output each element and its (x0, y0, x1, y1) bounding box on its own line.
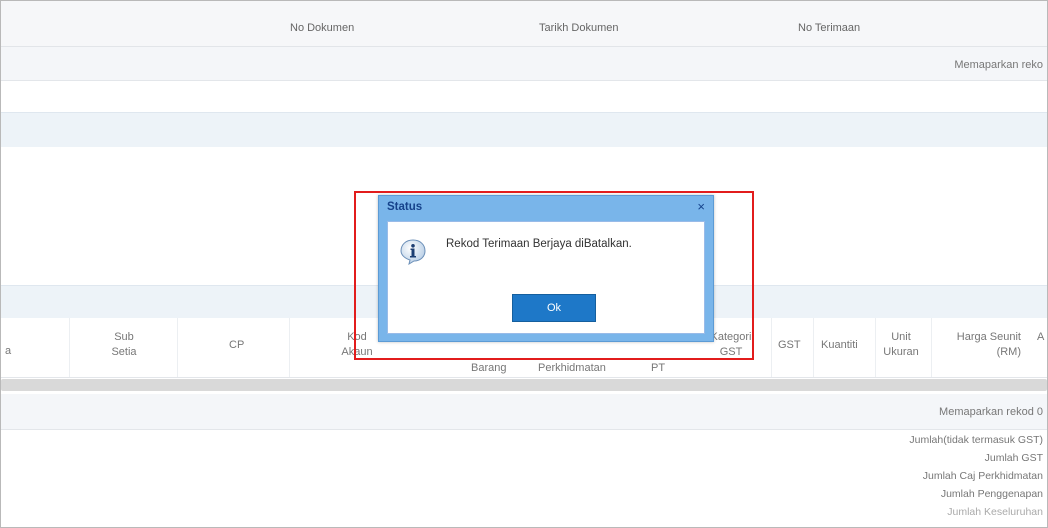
col-separator (771, 318, 772, 377)
col-cp[interactable]: CP (229, 338, 244, 353)
summary-total-excl-gst: Jumlah(tidak termasuk GST) (909, 434, 1043, 446)
col-a[interactable]: a (5, 344, 11, 359)
col-separator (813, 318, 814, 377)
col-separator (875, 318, 876, 377)
col-barang[interactable]: Barang (471, 361, 506, 376)
col-gst[interactable]: GST (778, 338, 801, 353)
summary-total-gst: Jumlah GST (984, 452, 1043, 464)
col-unit-ukuran[interactable]: Unit Ukuran (879, 330, 923, 360)
col-no-terimaan[interactable]: No Terimaan (798, 22, 860, 34)
summary-area: Jumlah(tidak termasuk GST) Jumlah GST Ju… (1, 430, 1047, 527)
document-table-header: No Dokumen Tarikh Dokumen No Terimaan (1, 1, 1047, 47)
col-harga-seunit[interactable]: Harga Seunit (RM) (937, 330, 1021, 360)
col-a-trailing[interactable]: A (1037, 330, 1044, 345)
col-separator (69, 318, 70, 377)
records-count-text: Memaparkan reko (954, 59, 1043, 71)
col-tarikh-dokumen[interactable]: Tarikh Dokumen (539, 22, 618, 34)
summary-rounding: Jumlah Penggenapan (940, 488, 1043, 500)
col-pt[interactable]: PT (651, 361, 665, 376)
spacer-row (1, 81, 1047, 111)
col-kuantiti[interactable]: Kuantiti (821, 338, 858, 353)
summary-service-charge: Jumlah Caj Perkhidmatan (922, 470, 1043, 482)
horizontal-scrollbar-row (1, 378, 1047, 393)
col-separator (177, 318, 178, 377)
item-paging-info: Memaparkan rekod 0 (1, 394, 1047, 430)
section-band (1, 112, 1047, 148)
col-separator (931, 318, 932, 377)
col-no-dokumen[interactable]: No Dokumen (290, 22, 354, 34)
col-sub-setia[interactable]: Sub Setia (109, 330, 139, 360)
highlight-box (354, 191, 754, 360)
summary-grand-total: Jumlah Keseluruhan (947, 506, 1043, 518)
col-separator (289, 318, 290, 377)
item-records-count-text: Memaparkan rekod 0 (939, 406, 1043, 418)
col-perkhidmatan[interactable]: Perkhidmatan (538, 361, 606, 376)
horizontal-scrollbar[interactable] (1, 379, 1047, 391)
document-paging-info: Memaparkan reko (1, 47, 1047, 81)
